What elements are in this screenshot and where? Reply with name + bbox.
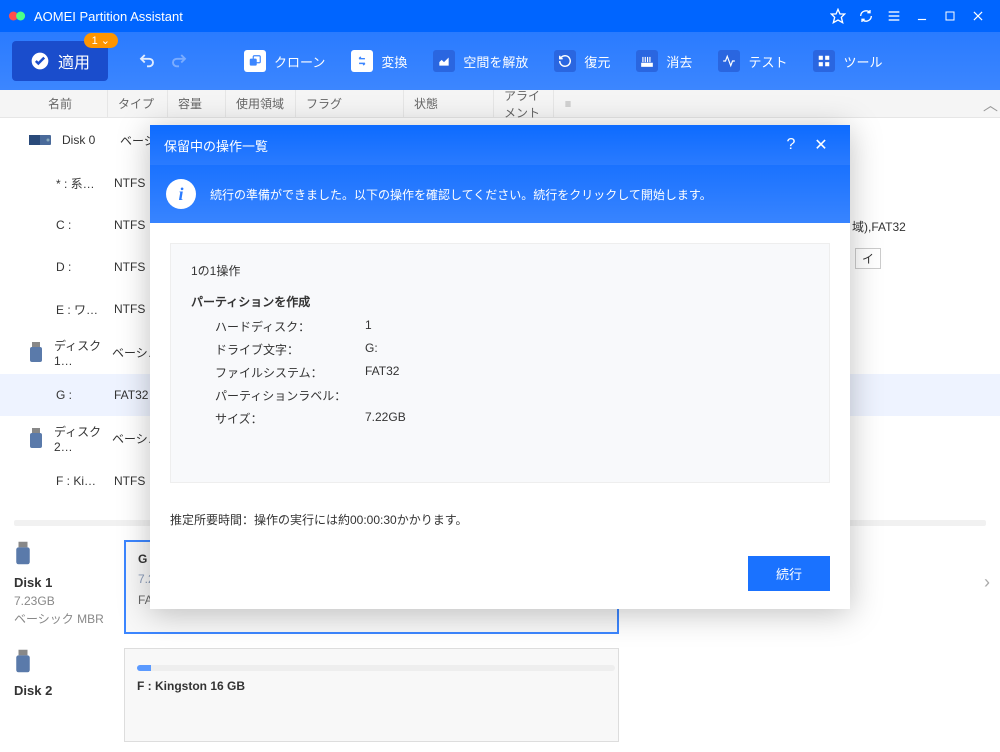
refresh-icon[interactable] — [852, 2, 880, 30]
op-hdd-label: ハードディスク： — [215, 318, 365, 335]
convert-button[interactable]: 変換 — [341, 44, 417, 78]
usb-icon — [14, 648, 32, 674]
disk-name: ディスク1… — [54, 337, 112, 368]
op-fs-label: ファイルシステム： — [215, 364, 365, 381]
disk-card[interactable]: Disk 1 7.23GB ベーシック MBR — [14, 540, 114, 634]
maximize-button[interactable] — [936, 2, 964, 30]
help-button[interactable]: ? — [776, 136, 806, 154]
col-name[interactable]: 名前 — [0, 90, 108, 117]
test-icon — [718, 50, 740, 72]
disk-card-name: Disk 2 — [14, 683, 114, 698]
op-plabel-label: パーティションラベル： — [215, 387, 365, 404]
hdd-icon — [28, 131, 52, 149]
favorite-icon[interactable] — [824, 2, 852, 30]
operations-box: 1の1操作 パーティションを作成 ハードディスク：1 ドライブ文字：G: ファイ… — [170, 243, 830, 483]
apply-label: 適用 — [58, 49, 90, 73]
test-label: テスト — [748, 52, 787, 71]
partition-bar[interactable]: F : Kingston 16 GB — [124, 648, 619, 742]
wipe-icon — [636, 50, 658, 72]
col-used[interactable]: 使用領域 — [226, 90, 296, 117]
usb-icon — [28, 341, 44, 363]
operations-count: 1の1操作 — [191, 262, 809, 279]
op-drive-value: G: — [365, 341, 809, 358]
disk-name: ディスク2… — [54, 423, 112, 454]
menu-icon[interactable] — [880, 2, 908, 30]
app-title: AOMEI Partition Assistant — [34, 9, 824, 24]
tools-label: ツール — [843, 52, 882, 71]
close-button[interactable] — [964, 2, 992, 30]
op-fs-value: FAT32 — [365, 364, 809, 381]
test-button[interactable]: テスト — [708, 44, 797, 78]
convert-label: 変換 — [381, 52, 407, 71]
restore-button[interactable]: 復元 — [544, 44, 620, 78]
dialog-info-text: 続行の準備ができました。以下の操作を確認してください。続行をクリックして開始しま… — [210, 186, 712, 203]
dialog-info-strip: i 続行の準備ができました。以下の操作を確認してください。続行をクリックして開始… — [150, 165, 850, 223]
clone-button[interactable]: クローン — [234, 44, 335, 78]
partition-bar-name: F : Kingston 16 GB — [137, 679, 606, 693]
restore-label: 復元 — [584, 52, 610, 71]
op-size-value: 7.22GB — [365, 410, 809, 427]
continue-button[interactable]: 続行 — [748, 556, 830, 591]
restore-icon — [554, 50, 576, 72]
disk-card[interactable]: Disk 2 — [14, 648, 114, 742]
op-drive-label: ドライブ文字： — [215, 341, 365, 358]
dialog-title: 保留中の操作一覧 — [164, 136, 776, 155]
pending-operations-dialog: 保留中の操作一覧 ? ✕ i 続行の準備ができました。以下の操作を確認してくださ… — [150, 125, 850, 609]
freespace-icon — [433, 50, 455, 72]
minimize-button[interactable] — [908, 2, 936, 30]
titlebar: AOMEI Partition Assistant — [0, 0, 1000, 32]
undo-button[interactable] — [134, 48, 160, 74]
apply-button[interactable]: 適用 1 ⌄ — [12, 41, 108, 81]
column-headers: 名前 タイプ 容量 使用領域 フラグ 状態 アライメント ︿ — [0, 90, 1000, 118]
operation-details: ハードディスク：1 ドライブ文字：G: ファイルシステム：FAT32 パーティシ… — [215, 318, 809, 427]
clone-label: クローン — [274, 52, 325, 71]
dialog-header: 保留中の操作一覧 ? ✕ — [150, 125, 850, 165]
operation-heading: パーティションを作成 — [191, 293, 809, 310]
check-circle-icon — [30, 51, 50, 71]
usage-bar — [137, 665, 615, 671]
disk-name: Disk 0 — [62, 133, 120, 147]
freespace-label: 空間を解放 — [463, 52, 528, 71]
op-size-label: サイズ： — [215, 410, 365, 427]
disk-card-type: ベーシック MBR — [14, 610, 114, 627]
disk-card-size: 7.23GB — [14, 594, 114, 608]
clone-icon — [244, 50, 266, 72]
redo-button — [166, 48, 192, 74]
eta-text: 推定所要時間：操作の実行には約00:00:30かかります。 — [150, 503, 850, 544]
wipe-label: 消去 — [666, 52, 692, 71]
convert-icon — [351, 50, 373, 72]
usb-icon — [14, 540, 32, 566]
row-tail-text: 域),FAT32 — [852, 218, 906, 235]
disk-card-name: Disk 1 — [14, 575, 114, 590]
wipe-button[interactable]: 消去 — [626, 44, 702, 78]
main-toolbar: 適用 1 ⌄ クローン 変換 空間を解放 復元 消去 テスト ツール — [0, 32, 1000, 90]
freespace-button[interactable]: 空間を解放 — [423, 44, 538, 78]
tools-button[interactable]: ツール — [803, 44, 892, 78]
app-logo-icon — [8, 7, 26, 25]
col-type[interactable]: タイプ — [108, 90, 168, 117]
tools-icon — [813, 50, 835, 72]
scroll-right-icon[interactable]: › — [984, 572, 990, 593]
apply-badge: 1 ⌄ — [84, 33, 118, 48]
op-plabel-value — [365, 387, 809, 404]
view-toggle-icon[interactable] — [554, 90, 582, 117]
dialog-close-button[interactable]: ✕ — [806, 135, 836, 155]
col-alignment[interactable]: アライメント — [494, 90, 554, 117]
scroll-up-icon[interactable]: ︿ — [983, 94, 998, 115]
row-tail-badge: イ — [855, 248, 881, 269]
col-capacity[interactable]: 容量 — [168, 90, 226, 117]
col-state[interactable]: 状態 — [404, 90, 494, 117]
usb-icon — [28, 427, 44, 449]
info-icon: i — [166, 179, 196, 209]
op-hdd-value: 1 — [365, 318, 809, 335]
col-flags[interactable]: フラグ — [296, 90, 404, 117]
